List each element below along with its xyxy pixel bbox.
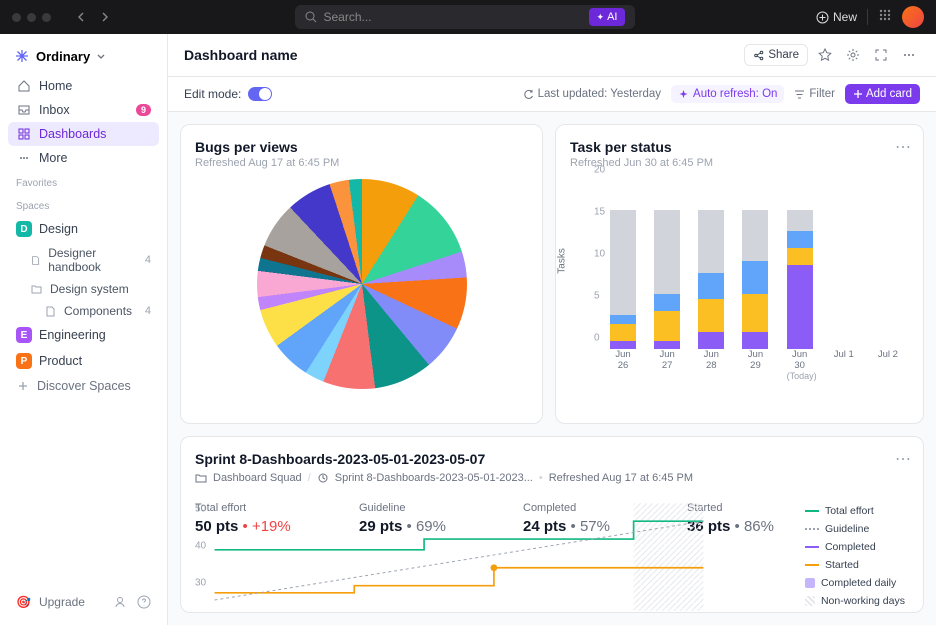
new-button[interactable]: New bbox=[816, 10, 857, 24]
user-avatar[interactable] bbox=[902, 6, 924, 28]
forward-button[interactable] bbox=[95, 7, 115, 27]
traffic-close[interactable] bbox=[12, 13, 21, 22]
search-input[interactable]: Search... ✦AI bbox=[295, 5, 635, 29]
legend-item: Started bbox=[805, 559, 905, 571]
traffic-min[interactable] bbox=[27, 13, 36, 22]
more-button[interactable] bbox=[898, 44, 920, 66]
crumb-folder[interactable]: Dashboard Squad bbox=[213, 472, 302, 484]
edit-mode-label: Edit mode: bbox=[184, 87, 241, 101]
upgrade-icon: 🎯 bbox=[16, 595, 31, 609]
chevron-down-icon bbox=[96, 51, 106, 61]
traffic-max[interactable] bbox=[42, 13, 51, 22]
bar bbox=[831, 181, 857, 349]
sidebar: Ordinary HomeInbox9DashboardsMore Favori… bbox=[0, 34, 168, 625]
workspace-picker[interactable]: Ordinary bbox=[8, 44, 159, 68]
sidebar-item-dashboards[interactable]: Dashboards bbox=[8, 122, 159, 146]
main-panel: Dashboard name Share Edit mode: bbox=[168, 34, 936, 625]
window-traffic-lights bbox=[12, 13, 51, 22]
card-task-per-status: ⋯ Task per status Refreshed Jun 30 at 6:… bbox=[555, 124, 924, 424]
workspace-icon bbox=[14, 48, 30, 64]
legend-item: Non-working days bbox=[805, 595, 905, 607]
pie-chart bbox=[257, 179, 467, 389]
expand-button[interactable] bbox=[870, 44, 892, 66]
edit-mode-toggle[interactable] bbox=[248, 87, 272, 101]
y-axis-label: Tasks bbox=[557, 248, 568, 274]
space-item[interactable]: DDesign bbox=[8, 216, 159, 242]
bar bbox=[654, 181, 680, 349]
spaces-label: Spaces bbox=[8, 193, 159, 216]
plus-icon bbox=[16, 379, 30, 393]
bar bbox=[742, 181, 768, 349]
breadcrumb: Dashboard Squad / Sprint 8-Dashboards-20… bbox=[195, 472, 909, 484]
folder-icon bbox=[195, 472, 207, 484]
plus-icon bbox=[853, 89, 863, 99]
ai-button[interactable]: ✦AI bbox=[589, 8, 626, 26]
sidebar-item-home[interactable]: Home bbox=[8, 74, 159, 98]
card-bugs-per-views: Bugs per views Refreshed Aug 17 at 6:45 … bbox=[180, 124, 543, 424]
legend-item: Completed bbox=[805, 541, 905, 553]
bar bbox=[787, 181, 813, 349]
space-badge: E bbox=[16, 327, 32, 343]
home-icon bbox=[16, 79, 31, 93]
sprint-chart: 304050 bbox=[195, 502, 723, 612]
search-placeholder: Search... bbox=[323, 10, 371, 24]
bar bbox=[875, 181, 901, 349]
app-topbar: Search... ✦AI New bbox=[0, 0, 936, 34]
sprint-icon bbox=[317, 472, 329, 484]
space-child[interactable]: Components4 bbox=[8, 300, 159, 322]
discover-spaces[interactable]: Discover Spaces bbox=[8, 374, 159, 398]
doc-icon bbox=[30, 254, 41, 267]
share-button[interactable]: Share bbox=[744, 44, 808, 66]
auto-refresh-button[interactable]: Auto refresh: On bbox=[671, 85, 784, 103]
legend-item: Total effort bbox=[805, 505, 905, 517]
back-button[interactable] bbox=[71, 7, 91, 27]
space-child[interactable]: Designer handbook4 bbox=[8, 242, 159, 278]
bar bbox=[610, 181, 636, 349]
card-subtitle: Refreshed Jun 30 at 6:45 PM bbox=[570, 157, 909, 169]
last-updated: Last updated: Yesterday bbox=[523, 88, 661, 100]
space-badge: D bbox=[16, 221, 32, 237]
space-item[interactable]: EEngineering bbox=[8, 322, 159, 348]
badge: 9 bbox=[136, 104, 151, 116]
filter-icon bbox=[794, 89, 805, 100]
doc-icon bbox=[44, 305, 57, 318]
more-icon bbox=[16, 151, 31, 165]
dashboards-icon bbox=[16, 127, 31, 141]
space-item[interactable]: PProduct bbox=[8, 348, 159, 374]
legend-item: Guideline bbox=[805, 523, 905, 535]
add-card-button[interactable]: Add card bbox=[845, 84, 920, 104]
upgrade-button[interactable]: Upgrade bbox=[39, 595, 85, 609]
crumb-refreshed: Refreshed Aug 17 at 6:45 PM bbox=[549, 472, 693, 484]
bar bbox=[698, 181, 724, 349]
folder-icon bbox=[30, 283, 43, 296]
sparkle-icon bbox=[678, 89, 689, 100]
favorite-button[interactable] bbox=[814, 44, 836, 66]
help-icon[interactable] bbox=[137, 595, 151, 609]
settings-button[interactable] bbox=[842, 44, 864, 66]
search-icon bbox=[305, 11, 317, 23]
sidebar-item-inbox[interactable]: Inbox9 bbox=[8, 98, 159, 122]
card-title: Task per status bbox=[570, 139, 909, 155]
invite-icon[interactable] bbox=[113, 595, 127, 609]
card-subtitle: Refreshed Aug 17 at 6:45 PM bbox=[195, 157, 528, 169]
card-title: Bugs per views bbox=[195, 139, 528, 155]
dashboard-title: Dashboard name bbox=[184, 47, 298, 63]
favorites-label: Favorites bbox=[8, 170, 159, 193]
card-sprint: ⋯ Sprint 8-Dashboards-2023-05-01-2023-05… bbox=[180, 436, 924, 613]
share-icon bbox=[753, 50, 764, 61]
crumb-sprint[interactable]: Sprint 8-Dashboards-2023-05-01-2023... bbox=[335, 472, 533, 484]
refresh-icon bbox=[523, 89, 534, 100]
legend-item: Completed daily bbox=[805, 577, 905, 589]
sidebar-item-more[interactable]: More bbox=[8, 146, 159, 170]
space-child[interactable]: Design system bbox=[8, 278, 159, 300]
apps-icon[interactable] bbox=[878, 8, 892, 27]
space-badge: P bbox=[16, 353, 32, 369]
card-menu-button[interactable]: ⋯ bbox=[895, 449, 911, 469]
filter-button[interactable]: Filter bbox=[794, 88, 835, 100]
card-menu-button[interactable]: ⋯ bbox=[895, 137, 911, 157]
bar-chart: Tasks 05101520Jun 26Jun 27Jun 28Jun 29Ju… bbox=[570, 181, 909, 381]
sprint-title: Sprint 8-Dashboards-2023-05-01-2023-05-0… bbox=[195, 451, 909, 467]
inbox-icon bbox=[16, 103, 31, 117]
plus-circle-icon bbox=[816, 11, 829, 24]
